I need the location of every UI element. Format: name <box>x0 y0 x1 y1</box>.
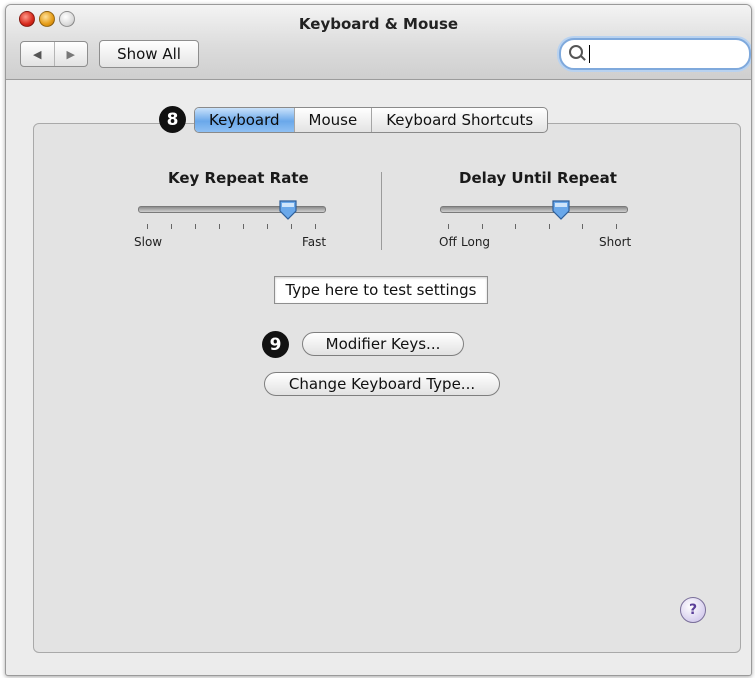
slider-tick <box>291 224 292 229</box>
callout-marker: 9 <box>262 331 289 358</box>
slider-tick <box>171 224 172 229</box>
forward-arrow-icon[interactable]: ▶ <box>55 42 88 66</box>
search-icon <box>569 45 583 59</box>
slider-tick <box>195 224 196 229</box>
slider-tick <box>267 224 268 229</box>
tab-keyboard[interactable]: Keyboard <box>195 108 295 132</box>
help-button[interactable]: ? <box>680 597 706 623</box>
key-repeat-slider-thumb[interactable] <box>279 200 297 220</box>
delay-short-label: Short <box>599 235 632 249</box>
callout-marker: 8 <box>159 106 186 133</box>
delay-until-repeat-label: Delay Until Repeat <box>459 169 617 187</box>
slider-tick <box>548 224 550 229</box>
key-repeat-slow-label: Slow <box>134 235 163 249</box>
back-arrow-icon[interactable]: ◀ <box>21 42 55 66</box>
tab-keyboard-shortcuts[interactable]: Keyboard Shortcuts <box>372 108 547 132</box>
slider-tick <box>315 224 316 229</box>
slider-tick <box>219 224 220 229</box>
show-all-button[interactable]: Show All <box>99 40 199 68</box>
key-repeat-rate-label: Key Repeat Rate <box>168 169 309 187</box>
window-title: Keyboard & Mouse <box>298 15 459 33</box>
delay-repeat-slider-track[interactable] <box>440 206 628 213</box>
section-divider <box>381 172 382 250</box>
delay-long-label: Long <box>461 235 491 249</box>
key-repeat-fast-label: Fast <box>302 235 327 249</box>
title-bar: Keyboard & Mouse ◀ ▶ Show All <box>6 5 751 80</box>
tab-bar: Keyboard Mouse Keyboard Shortcuts <box>194 107 549 133</box>
search-field[interactable] <box>559 38 751 70</box>
slider-tick <box>616 224 617 229</box>
modifier-keys-button[interactable]: Modifier Keys... <box>302 332 464 356</box>
back-forward-control: ◀ ▶ <box>20 41 88 67</box>
slider-tick <box>147 224 148 229</box>
text-cursor <box>589 45 590 63</box>
delay-repeat-slider-thumb[interactable] <box>552 200 570 220</box>
slider-tick <box>582 224 584 229</box>
slider-tick <box>481 224 483 229</box>
slider-tick <box>243 224 244 229</box>
key-repeat-slider-track[interactable] <box>138 206 326 213</box>
tab-mouse[interactable]: Mouse <box>295 108 373 132</box>
slider-tick <box>515 224 517 229</box>
test-settings-field[interactable]: Type here to test settings <box>274 276 488 304</box>
slider-tick <box>448 224 449 229</box>
delay-off-label: Off <box>439 235 457 249</box>
change-keyboard-type-button[interactable]: Change Keyboard Type... <box>264 372 500 396</box>
